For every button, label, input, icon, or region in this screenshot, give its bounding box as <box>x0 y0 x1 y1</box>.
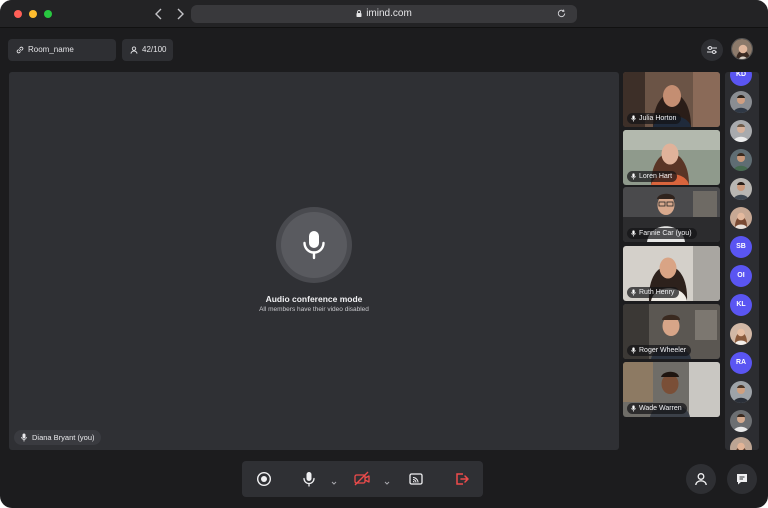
main-stage: Audio conference mode All members have t… <box>9 72 619 450</box>
record-button[interactable] <box>254 469 274 489</box>
microphone-icon <box>631 347 636 354</box>
participant-avatar[interactable]: SB <box>730 236 752 258</box>
participant-tile[interactable]: Fannie Car (you) <box>623 187 720 242</box>
participant-name: Fannie Car (you) <box>639 230 692 237</box>
avatar-initials: OI <box>737 272 745 279</box>
speaker-name-tag: Diana Bryant (you) <box>14 430 101 445</box>
sliders-icon <box>707 46 717 54</box>
participant-name: Roger Wheeler <box>639 347 687 354</box>
call-controls-toolbar <box>242 461 483 497</box>
participant-name: Wade Warren <box>639 405 682 412</box>
room-name-pill[interactable]: Room_name <box>8 39 116 61</box>
participant-count: 42/100 <box>142 45 167 54</box>
participant-tile[interactable]: Roger Wheeler <box>623 304 720 359</box>
share-screen-button[interactable] <box>406 469 426 489</box>
microphone-icon <box>631 115 636 122</box>
camera-options-chevron-down-icon[interactable] <box>383 474 391 485</box>
close-window-button[interactable] <box>14 10 22 18</box>
maximize-window-button[interactable] <box>44 10 52 18</box>
leave-call-icon <box>456 473 469 485</box>
participant-name-tag: Fannie Car (you) <box>627 228 697 239</box>
microphone-icon <box>631 173 636 180</box>
url-text: imind.com <box>191 8 577 19</box>
reload-icon[interactable] <box>556 8 567 19</box>
participant-avatar[interactable] <box>730 207 752 229</box>
url-label: imind.com <box>366 8 412 19</box>
microphone-icon <box>303 231 325 260</box>
chat-icon <box>737 474 747 485</box>
current-user-avatar[interactable] <box>731 38 753 60</box>
mode-subtitle: All members have their video disabled <box>259 306 369 313</box>
microphone-icon <box>631 405 636 412</box>
participant-tile[interactable]: Julia Horton <box>623 72 720 127</box>
participant-name-tag: Roger Wheeler <box>627 345 692 356</box>
room-name: Room_name <box>28 45 74 54</box>
participant-name: Loren Hart <box>639 173 673 180</box>
cast-screen-icon <box>409 473 423 485</box>
avatar-initials: RA <box>735 359 747 366</box>
participants-button[interactable] <box>686 464 716 494</box>
back-icon[interactable] <box>152 6 166 22</box>
microphone-icon <box>631 289 636 296</box>
link-icon <box>16 46 24 54</box>
participant-avatar[interactable] <box>730 178 752 200</box>
microphone-icon <box>631 230 636 237</box>
microphone-icon <box>303 472 315 487</box>
participant-avatar[interactable]: OI <box>730 265 752 287</box>
participant-avatar[interactable] <box>730 91 752 113</box>
participant-name-tag: Loren Hart <box>627 171 678 182</box>
record-icon <box>256 471 272 487</box>
leave-button[interactable] <box>452 469 472 489</box>
user-icon <box>130 46 138 54</box>
audio-mode-indicator <box>276 207 352 283</box>
app-window: imind.com Room_name 42/100 Audio confere… <box>0 0 768 508</box>
lock-icon <box>356 10 362 17</box>
participant-name-tag: Ruth Henry <box>627 287 680 298</box>
microphone-icon <box>21 433 27 442</box>
microphone-button[interactable] <box>299 469 319 489</box>
participants-rail[interactable]: KD SB OI KL RA <box>725 72 759 450</box>
user-icon <box>695 473 707 486</box>
participant-avatar[interactable] <box>730 437 752 450</box>
avatar-initials: SB <box>736 243 746 250</box>
settings-button[interactable] <box>701 39 723 61</box>
participant-avatar[interactable] <box>730 410 752 432</box>
participant-name-tag: Julia Horton <box>627 113 682 124</box>
browser-chrome: imind.com <box>0 0 768 28</box>
participant-avatar[interactable] <box>730 149 752 171</box>
mode-title: Audio conference mode <box>265 294 363 304</box>
participant-count-pill[interactable]: 42/100 <box>122 39 173 61</box>
participant-avatar[interactable]: KL <box>730 294 752 316</box>
microphone-options-chevron-down-icon[interactable] <box>330 474 338 485</box>
participant-avatar[interactable] <box>730 381 752 403</box>
participant-name: Julia Horton <box>639 115 677 122</box>
chat-button[interactable] <box>727 464 757 494</box>
speaker-name: Diana Bryant (you) <box>32 433 95 442</box>
address-bar[interactable]: imind.com <box>191 5 577 23</box>
participant-tile[interactable]: Ruth Henry <box>623 246 720 301</box>
avatar-initials: KL <box>736 301 746 308</box>
participant-name: Ruth Henry <box>639 289 675 296</box>
participant-avatar[interactable] <box>730 323 752 345</box>
participant-avatar[interactable] <box>730 120 752 142</box>
avatar-initials: KD <box>735 72 747 78</box>
participant-avatar[interactable]: KD <box>730 72 752 86</box>
camera-off-icon <box>354 471 370 486</box>
minimize-window-button[interactable] <box>29 10 37 18</box>
participant-avatar[interactable]: RA <box>730 352 752 374</box>
camera-off-button[interactable] <box>352 469 372 489</box>
participant-tile[interactable]: Loren Hart <box>623 130 720 185</box>
participant-name-tag: Wade Warren <box>627 403 687 414</box>
forward-icon[interactable] <box>173 6 187 22</box>
participant-tile[interactable]: Wade Warren <box>623 362 720 417</box>
